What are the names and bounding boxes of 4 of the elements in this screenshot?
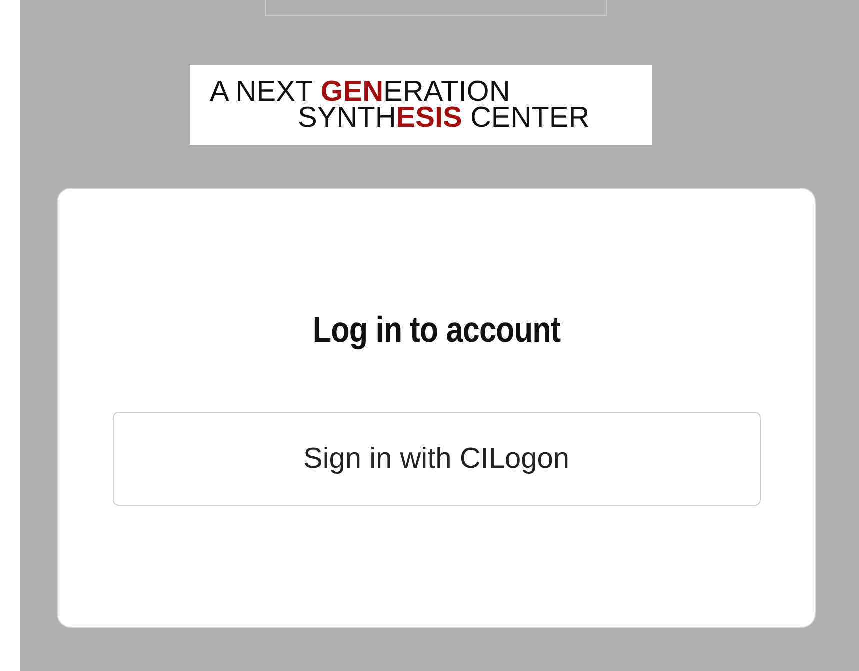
logo-text: SYNTHESIS CENTER bbox=[297, 105, 591, 131]
sign-in-button[interactable]: Sign in with CILogon bbox=[112, 412, 760, 506]
login-title: Log in to account bbox=[312, 309, 560, 351]
logo-text: A NEXT GENERATION bbox=[209, 79, 510, 105]
